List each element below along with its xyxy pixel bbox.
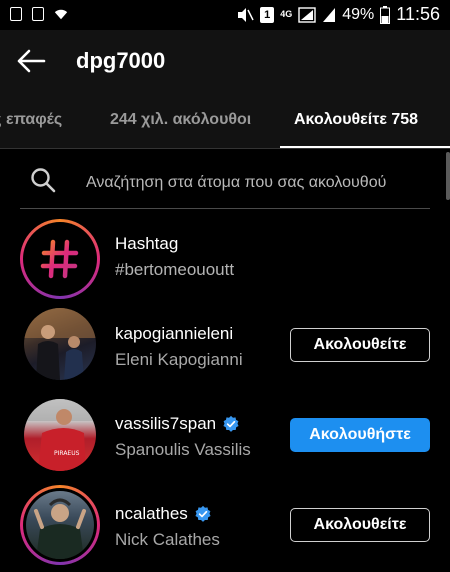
page-title: dpg7000 xyxy=(76,48,166,73)
gallery-notification-icon xyxy=(10,7,22,21)
active-tab-indicator xyxy=(280,146,450,148)
username: kapogiannieleni xyxy=(115,324,233,344)
avatar-photo xyxy=(34,498,86,559)
list-item[interactable]: ncalathes Nick Calathes Ακολουθείτε xyxy=(0,480,450,570)
avatar[interactable] xyxy=(24,308,96,380)
tab-bar: ές επαφές 244 χιλ. ακόλουθοι Ακολουθείτε… xyxy=(0,92,450,149)
hashtag-label: Hashtag xyxy=(115,234,179,253)
battery-percent: 49% xyxy=(342,5,375,23)
story-ring[interactable] xyxy=(20,485,100,565)
status-left-icons xyxy=(10,6,68,22)
tab-following[interactable]: Ακολουθείτε 758 xyxy=(294,92,418,148)
mute-icon xyxy=(238,7,254,22)
verified-badge-icon xyxy=(195,505,211,522)
avatar-photo xyxy=(24,308,96,380)
hashtag-icon xyxy=(40,239,79,279)
status-right-icons: 1 4G 49% 11:56 xyxy=(236,4,440,25)
username-text: vassilis7span xyxy=(115,414,217,433)
hashtag-value: #bertomeououtt xyxy=(115,260,235,279)
avatar xyxy=(26,491,94,559)
full-name: Spanoulis Vassilis xyxy=(115,440,251,459)
top-app-bar: dpg7000 xyxy=(0,30,450,92)
hashtag-avatar-inner xyxy=(23,222,97,296)
username-text: kapogiannieleni xyxy=(115,324,234,343)
username: vassilis7span xyxy=(115,414,240,434)
wifi-icon xyxy=(54,9,68,20)
tab-mutual[interactable]: ές επαφές xyxy=(0,92,62,148)
signal-icon xyxy=(298,6,316,23)
list-item[interactable]: kapogiannieleni Eleni Kapogianni Ακολουθ… xyxy=(0,300,450,390)
username: ncalathes xyxy=(115,504,212,524)
clock: 11:56 xyxy=(396,4,440,24)
hashtag-avatar-ring xyxy=(20,219,100,299)
search-input[interactable] xyxy=(84,164,432,202)
battery-icon xyxy=(380,5,391,24)
username-text: ncalathes xyxy=(115,504,188,523)
avatar-photo: PIRAEUS xyxy=(24,399,96,471)
verified-badge-icon xyxy=(223,415,239,432)
search-bar xyxy=(20,156,432,209)
jersey-text: PIRAEUS xyxy=(54,450,80,457)
follow-button[interactable]: Ακολουθήστε xyxy=(290,418,430,452)
status-bar: 1 4G 49% 11:56 xyxy=(0,0,450,30)
list-item[interactable]: PIRAEUS vassilis7span Spanoulis Vassilis… xyxy=(0,390,450,480)
search-icon xyxy=(31,168,56,193)
full-name: Eleni Kapogianni xyxy=(115,350,243,369)
hashtag-title: Hashtag xyxy=(115,234,178,254)
scrollbar-thumb[interactable] xyxy=(446,152,450,200)
tab-followers[interactable]: 244 χιλ. ακόλουθοι xyxy=(110,92,251,148)
signal-2-icon xyxy=(323,7,336,22)
following-button[interactable]: Ακολουθείτε xyxy=(290,328,430,362)
story-ring-inner xyxy=(23,488,97,562)
following-button[interactable]: Ακολουθείτε xyxy=(290,508,430,542)
sim-1-icon: 1 xyxy=(260,6,275,23)
network-type: 4G xyxy=(280,9,293,19)
back-arrow-icon[interactable] xyxy=(14,44,48,78)
list-item[interactable]: Hashtag #bertomeououtt xyxy=(0,210,450,300)
checklist-notification-icon xyxy=(32,7,44,21)
avatar[interactable]: PIRAEUS xyxy=(24,399,96,471)
full-name: Nick Calathes xyxy=(115,530,220,549)
